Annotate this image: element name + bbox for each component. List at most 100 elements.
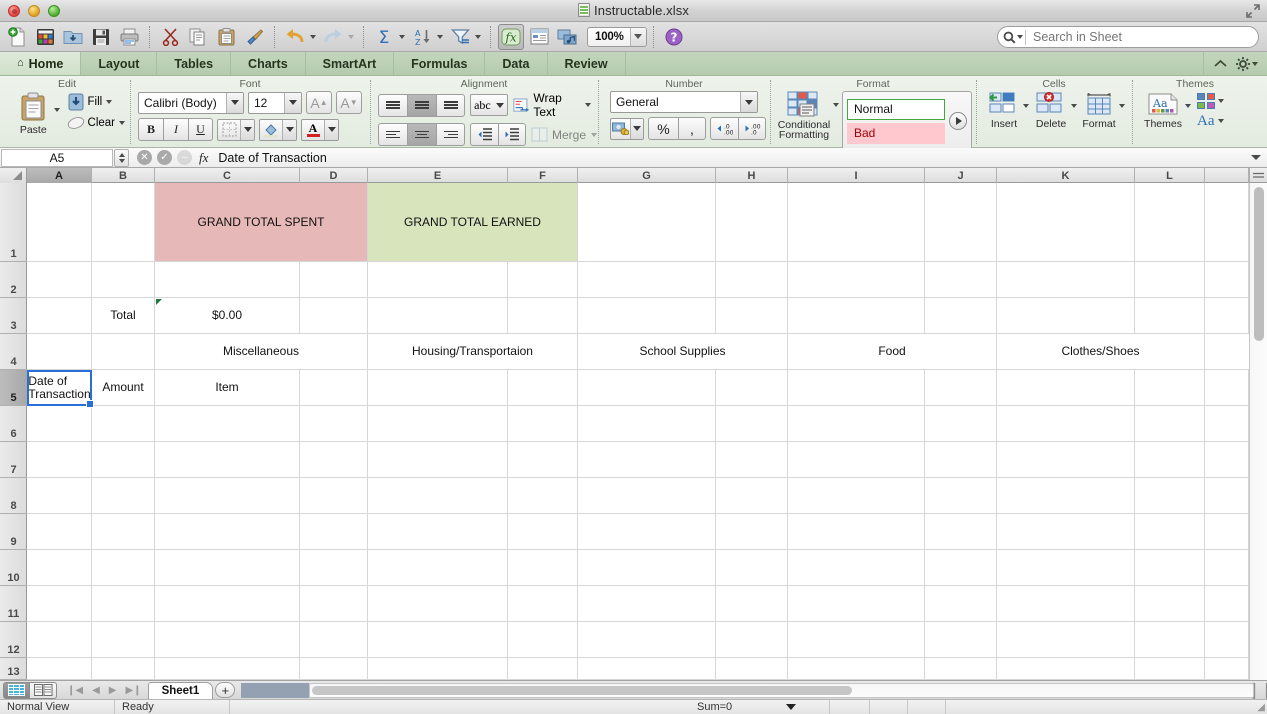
grid-cell[interactable]	[27, 334, 92, 370]
grid-cell[interactable]	[508, 550, 578, 586]
paste-button[interactable]	[213, 24, 239, 50]
chevron-up-icon[interactable]	[1214, 59, 1227, 68]
cell-E4[interactable]: Housing/Transportaion	[368, 334, 578, 370]
cell-style-bad[interactable]: Bad	[847, 122, 945, 144]
chevron-down-icon[interactable]	[786, 704, 797, 710]
grid-cell[interactable]	[578, 622, 716, 658]
tab-tables[interactable]: Tables	[157, 52, 232, 75]
grid-cell[interactable]	[155, 586, 300, 622]
grid-cell[interactable]	[1205, 622, 1249, 658]
toolbox-button[interactable]	[526, 24, 552, 50]
decrease-decimal-button[interactable]: .0.00	[710, 117, 738, 140]
template-gallery-button[interactable]	[32, 24, 58, 50]
vertical-scrollbar-thumb[interactable]	[1254, 187, 1264, 341]
grid-cell[interactable]	[997, 298, 1135, 334]
increase-indent-button[interactable]	[498, 123, 526, 146]
themes-button[interactable]: Aa Themes	[1142, 92, 1184, 130]
conditional-formatting-dropdown-arrow[interactable]	[833, 103, 839, 107]
cell-style-normal[interactable]: Normal	[847, 98, 945, 120]
paste-ribbon-button[interactable]: Paste	[14, 92, 53, 136]
clear-dropdown-arrow[interactable]	[119, 121, 125, 125]
grid-cell[interactable]	[27, 478, 92, 514]
grid-cell[interactable]	[925, 550, 997, 586]
search-box[interactable]	[997, 26, 1259, 48]
grid-cell[interactable]	[925, 298, 997, 334]
borders-dropdown-arrow[interactable]	[240, 119, 254, 140]
grid-cell[interactable]	[925, 370, 997, 406]
window-resize-grip[interactable]: ◢	[1257, 702, 1265, 713]
format-dropdown-arrow[interactable]	[1119, 104, 1125, 108]
grid-cell[interactable]	[1205, 183, 1249, 262]
grid-cell[interactable]	[716, 370, 788, 406]
grid-cell[interactable]	[300, 622, 368, 658]
align-bottom-button[interactable]	[436, 93, 465, 117]
normal-view-toggle[interactable]	[3, 681, 30, 699]
grid-cell[interactable]	[27, 298, 92, 334]
horizontal-scrollbar[interactable]	[309, 682, 1254, 698]
font-family-field[interactable]: Calibri (Body)	[138, 91, 244, 114]
grid-cell[interactable]	[1135, 298, 1205, 334]
row-header-9[interactable]: 9	[0, 514, 27, 550]
row-header-6[interactable]: 6	[0, 406, 27, 442]
grid-cell[interactable]	[368, 478, 508, 514]
grid-cell[interactable]	[788, 298, 925, 334]
cell-C4[interactable]: Miscellaneous	[155, 334, 368, 370]
accept-check-icon[interactable]: ✓	[157, 150, 172, 165]
grid-cell[interactable]	[716, 298, 788, 334]
tab-smartart[interactable]: SmartArt	[306, 52, 395, 75]
grid-cell[interactable]	[27, 406, 92, 442]
grid-cell[interactable]	[27, 183, 92, 262]
name-box-stepper[interactable]	[114, 148, 129, 167]
currency-format-button[interactable]	[610, 117, 644, 140]
grid-cell[interactable]	[716, 514, 788, 550]
grid-cell[interactable]	[508, 370, 578, 406]
grid-cell[interactable]	[155, 622, 300, 658]
cell-styles-gallery[interactable]: Normal Bad	[842, 91, 972, 151]
vertical-scrollbar[interactable]	[1249, 183, 1267, 680]
row-header-11[interactable]: 11	[0, 586, 27, 622]
grid-cell[interactable]	[997, 478, 1135, 514]
cell-C1[interactable]: GRAND TOTAL SPENT	[155, 183, 368, 262]
merge-button[interactable]: Merge	[531, 127, 600, 142]
grid-cell[interactable]	[1205, 262, 1249, 298]
delete-cells-button[interactable]: Delete	[1032, 92, 1070, 130]
grid-cell[interactable]	[300, 370, 368, 406]
cell-C3[interactable]: $0.00	[155, 298, 300, 334]
grid-cell[interactable]	[578, 550, 716, 586]
grid-cell[interactable]	[92, 262, 155, 298]
fill-dropdown-arrow[interactable]	[106, 100, 113, 104]
grid-cell[interactable]	[508, 586, 578, 622]
grid-cell[interactable]	[1205, 406, 1249, 442]
grid-cell[interactable]	[578, 586, 716, 622]
grid-cell[interactable]	[997, 262, 1135, 298]
tab-review[interactable]: Review	[548, 52, 626, 75]
grid-cell[interactable]	[368, 586, 508, 622]
wrap-text-button[interactable]: Wrap Text	[513, 91, 594, 119]
row-header-8[interactable]: 8	[0, 478, 27, 514]
sheet-tab-sheet1[interactable]: Sheet1	[147, 681, 214, 699]
grid-cell[interactable]	[716, 478, 788, 514]
tab-charts[interactable]: Charts	[231, 52, 306, 75]
new-workbook-button[interactable]	[4, 24, 30, 50]
fill-color-dropdown-arrow[interactable]	[282, 119, 296, 140]
cancel-x-icon[interactable]: ✕	[137, 150, 152, 165]
formula-bar-content[interactable]: Date of Transaction	[218, 151, 1251, 165]
grid-cell[interactable]	[300, 550, 368, 586]
align-top-button[interactable]	[378, 93, 407, 117]
grid-cell[interactable]	[997, 514, 1135, 550]
grid-cell[interactable]	[368, 298, 508, 334]
undo-dropdown-arrow[interactable]	[310, 34, 316, 39]
grid-cell[interactable]	[508, 514, 578, 550]
grid-cell[interactable]	[1205, 298, 1249, 334]
grid-cell[interactable]	[155, 442, 300, 478]
grid-cell[interactable]	[508, 658, 578, 680]
grid-cell[interactable]	[997, 622, 1135, 658]
format-painter-button[interactable]	[241, 24, 267, 50]
row-header-10[interactable]: 10	[0, 550, 27, 586]
grid-cell[interactable]	[368, 442, 508, 478]
cell-G4[interactable]: School Supplies	[578, 334, 788, 370]
grid-cell[interactable]	[1205, 514, 1249, 550]
grid-cell[interactable]	[716, 183, 788, 262]
grid-cell[interactable]	[788, 622, 925, 658]
sort-dropdown-arrow[interactable]	[437, 34, 443, 39]
